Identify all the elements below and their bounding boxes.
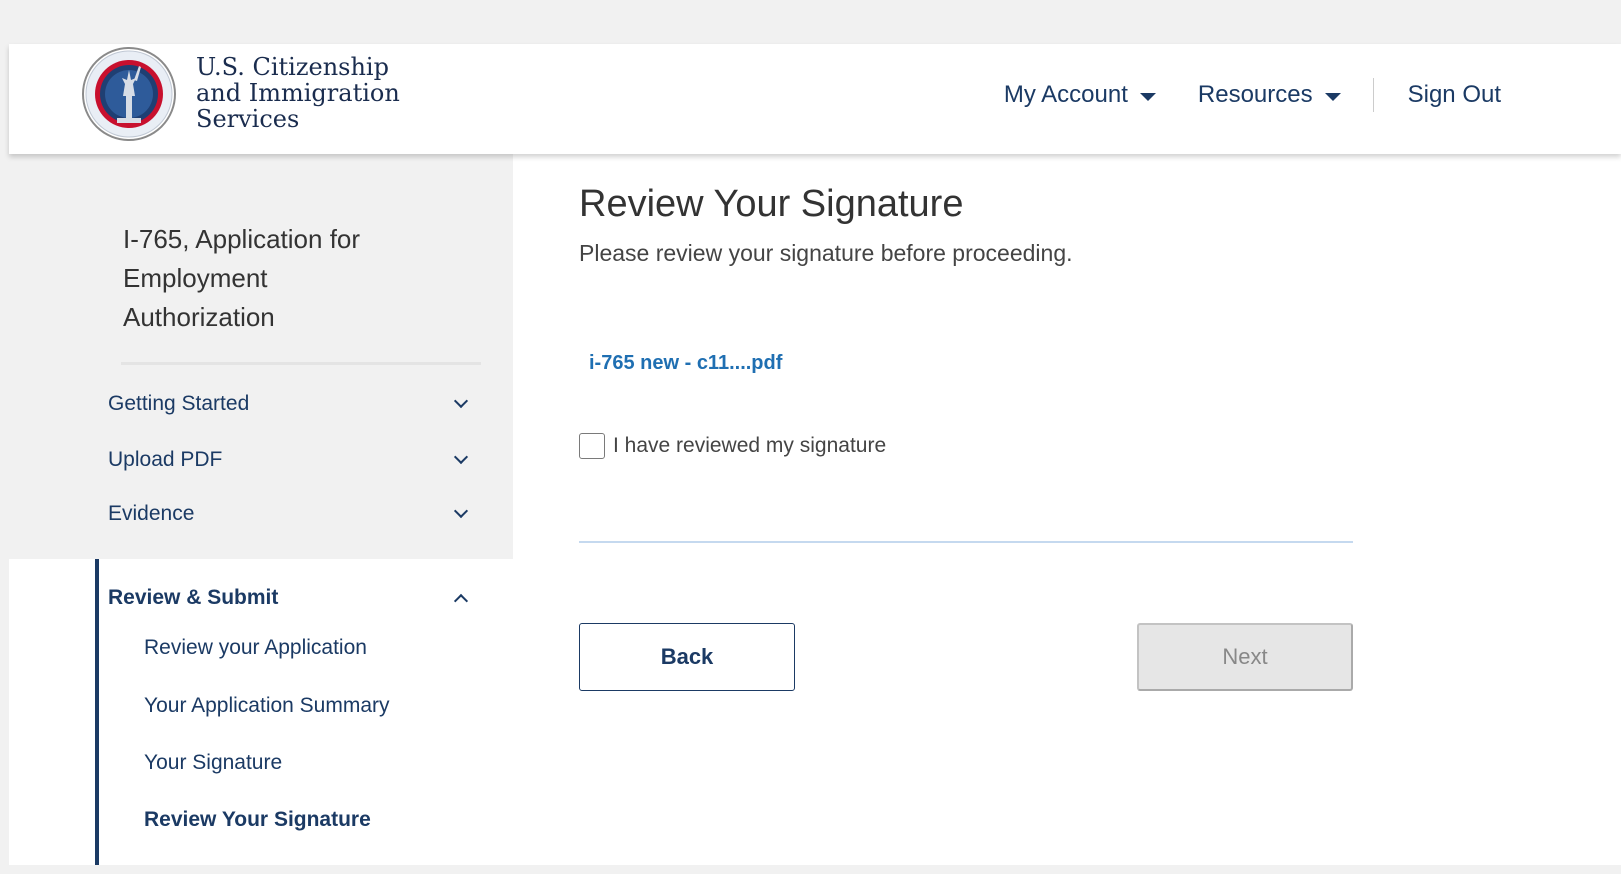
sidebar-subitem-review-application[interactable]: Review your Application	[144, 636, 367, 660]
page-title: Review Your Signature	[579, 183, 964, 225]
sidebar-subitem-your-signature[interactable]: Your Signature	[144, 751, 282, 775]
agency-name-line: Services	[196, 105, 300, 133]
page-subtitle: Please review your signature before proc…	[579, 240, 1073, 266]
agency-name-line: and Immigration	[196, 79, 400, 107]
resources-label: Resources	[1197, 81, 1313, 108]
nav-divider	[1372, 78, 1374, 112]
sidebar-item-label: Review & Submit	[108, 586, 279, 609]
sidebar-divider	[121, 362, 481, 365]
caret-down-icon	[1324, 92, 1341, 101]
my-account-menu[interactable]: My Account	[1004, 81, 1156, 109]
sidebar-item-upload-pdf[interactable]: Upload PDF	[108, 440, 478, 480]
review-confirmation[interactable]: I have reviewed my signature	[579, 433, 886, 459]
top-nav: My Account Resources Sign Out	[1004, 44, 1621, 146]
chevron-down-icon	[453, 503, 469, 519]
chevron-up-icon	[453, 593, 469, 609]
sign-out-link[interactable]: Sign Out	[1408, 81, 1501, 109]
chevron-down-icon	[453, 393, 469, 409]
caret-down-icon	[1139, 92, 1156, 101]
signature-pdf-link[interactable]: i-765 new - c11....pdf	[589, 352, 782, 375]
sidebar-item-label: Evidence	[108, 502, 195, 525]
sidebar-subitem-review-your-signature[interactable]: Review Your Signature	[144, 808, 371, 832]
uscis-seal-logo[interactable]	[79, 44, 179, 144]
sidebar-item-review-submit[interactable]: Review & Submit	[108, 578, 478, 618]
reviewed-signature-checkbox[interactable]	[579, 433, 605, 459]
next-button[interactable]: Next	[1137, 623, 1353, 691]
my-account-label: My Account	[1003, 81, 1128, 108]
sidebar-item-label: Getting Started	[108, 392, 250, 415]
resources-menu[interactable]: Resources	[1198, 81, 1341, 109]
sidebar-item-label: Upload PDF	[108, 448, 223, 471]
agency-name-line: U.S. Citizenship	[196, 53, 389, 81]
chevron-down-icon	[453, 449, 469, 465]
agency-name[interactable]: U.S. Citizenship and Immigration Service…	[196, 54, 400, 132]
checkbox-label[interactable]: I have reviewed my signature	[613, 434, 886, 458]
browser-top-strip	[0, 0, 1621, 44]
site-header: U.S. Citizenship and Immigration Service…	[9, 44, 1621, 154]
content-divider	[579, 541, 1353, 543]
page-left-edge	[0, 0, 9, 874]
active-section-indicator	[95, 559, 99, 865]
sidebar-item-getting-started[interactable]: Getting Started	[108, 384, 478, 424]
page-bottom-edge	[0, 865, 1621, 874]
form-title: I-765, Application for Employment Author…	[123, 224, 361, 332]
sidebar-subitem-application-summary[interactable]: Your Application Summary	[144, 694, 390, 718]
sidebar-item-evidence[interactable]: Evidence	[108, 494, 478, 534]
back-button[interactable]: Back	[579, 623, 795, 691]
